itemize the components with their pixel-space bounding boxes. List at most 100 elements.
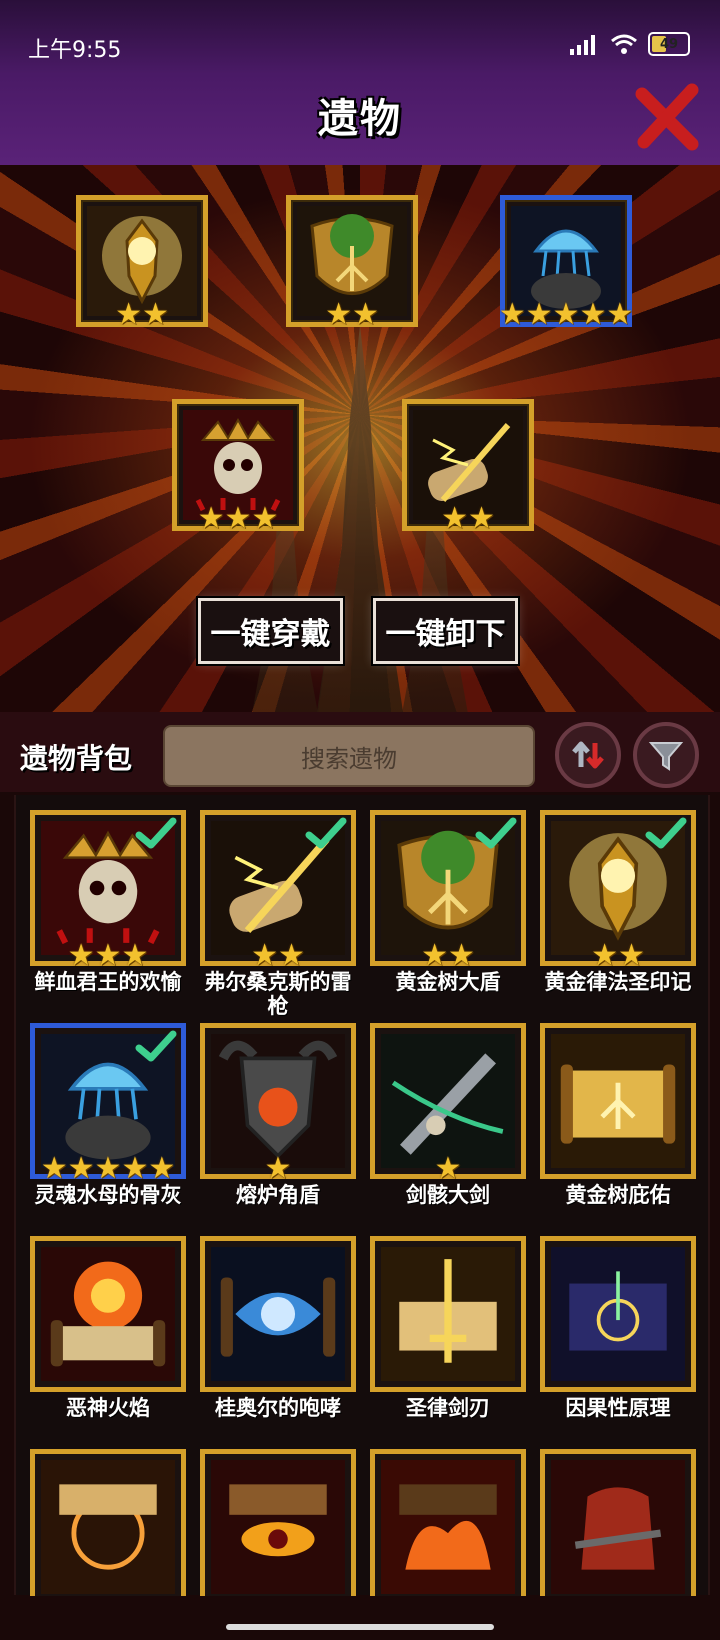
star-icon: ★ <box>115 297 142 332</box>
equipped-check-icon <box>135 817 177 849</box>
relic-frame <box>540 1023 696 1179</box>
star-icon: ★ <box>264 1151 292 1186</box>
flame-scroll-icon <box>381 1460 515 1594</box>
sword-scroll-icon <box>381 1247 515 1381</box>
relic-frame: ★ ★ <box>370 810 526 971</box>
relic-frame <box>200 1236 356 1392</box>
relic-frame <box>30 1236 186 1392</box>
page-title: 遗物 <box>318 96 402 142</box>
star-icon: ★ <box>40 1151 68 1186</box>
close-icon[interactable] <box>632 82 702 152</box>
equipped-check-icon <box>305 817 347 849</box>
unequip-all-button[interactable]: 一键卸下 <box>373 598 518 664</box>
star-icon: ★ <box>552 297 580 332</box>
cosmic-scroll-icon <box>551 1247 685 1381</box>
relic-name: 剑骸大剑 <box>406 1183 490 1207</box>
relic-frame: ★ ★ ★ <box>30 810 186 971</box>
star-icon: ★ <box>251 501 279 536</box>
relic-frame <box>540 1236 696 1392</box>
star-rating: ★ ★ ★ <box>177 504 299 534</box>
star-rating: ★ ★ ★ ★ ★ <box>35 1154 181 1184</box>
equipped-slot[interactable]: ★ ★ <box>286 195 418 330</box>
star-icon: ★ <box>352 297 379 332</box>
relic-frame: ★ ★ ★ ★ ★ <box>30 1023 186 1184</box>
filter-icon <box>648 742 684 771</box>
star-icon: ★ <box>121 1151 149 1186</box>
relic-name: 鲜血君王的欢愉 <box>34 970 182 994</box>
bag-title: 遗物背包 <box>20 742 133 775</box>
golden-tree-scroll-icon <box>551 1034 685 1168</box>
star-icon: ★ <box>121 938 149 973</box>
fire-scroll-icon <box>41 1247 175 1381</box>
relic-name: 弗尔桑克斯的雷枪 <box>204 970 352 1018</box>
relic-name: 圣律剑刃 <box>406 1396 490 1420</box>
battery-icon: 49 <box>648 32 690 56</box>
star-icon: ★ <box>434 1151 462 1186</box>
search-input[interactable]: 搜索遗物 <box>163 725 535 787</box>
relic-frame: ★ ★ <box>540 810 696 971</box>
sort-button[interactable] <box>555 722 621 788</box>
equip-all-button[interactable]: 一键穿戴 <box>198 598 343 664</box>
star-rating: ★ ★ <box>205 941 351 971</box>
relic-frame <box>370 1236 526 1392</box>
star-icon: ★ <box>579 297 607 332</box>
relic-frame <box>200 1449 356 1605</box>
rune-scroll-icon <box>41 1460 175 1594</box>
eye-scroll-icon <box>211 1460 345 1594</box>
star-icon: ★ <box>67 938 95 973</box>
star-rating: ★ ★ <box>545 941 691 971</box>
star-icon: ★ <box>441 501 468 536</box>
status-time: 上午9:55 <box>28 38 122 63</box>
star-icon: ★ <box>606 297 634 332</box>
star-rating: ★ <box>205 1154 351 1184</box>
star-icon: ★ <box>498 297 526 332</box>
spire-decoration <box>315 325 405 725</box>
relic-name: 桂奥尔的咆哮 <box>215 1396 341 1420</box>
star-icon: ★ <box>197 501 225 536</box>
star-icon: ★ <box>142 297 169 332</box>
relic-frame <box>540 1449 696 1605</box>
relic-name: 熔炉角盾 <box>236 1183 320 1207</box>
star-rating: ★ ★ ★ ★ ★ <box>499 297 634 332</box>
relic-frame: ★ <box>200 1023 356 1184</box>
equipped-slot[interactable]: ★ ★ <box>402 399 534 534</box>
relic-name: 灵魂水母的骨灰 <box>34 1183 182 1207</box>
equipped-check-icon <box>645 817 687 849</box>
battery-level: 49 <box>659 36 679 52</box>
star-icon: ★ <box>591 938 618 973</box>
star-rating: ★ ★ <box>375 941 521 971</box>
equipped-slot[interactable]: ★ ★ ★ ★ ★ <box>499 195 634 332</box>
star-rating: ★ ★ ★ <box>35 941 181 971</box>
star-icon: ★ <box>278 938 305 973</box>
star-icon: ★ <box>224 501 252 536</box>
skull-greatsword-icon <box>381 1034 515 1168</box>
relic-grid: ★ ★ ★ 鲜血君王的欢愉 ★ ★ 弗尔桑克斯的雷枪 ★ ★ 黄金树大盾 ★ ★ 黄金律法圣印记 ★ ★ ★ ★… <box>14 795 710 1605</box>
equipped-slot[interactable]: ★ ★ ★ <box>172 399 304 534</box>
relic-name: 黄金树大盾 <box>395 970 501 994</box>
bottom-strip <box>0 1596 720 1640</box>
sort-icon <box>572 741 604 769</box>
top-bar: 上午9:55 49 遗物 <box>0 0 720 168</box>
chained-sack-icon <box>551 1460 685 1594</box>
relic-frame <box>30 1449 186 1605</box>
relic-frame: ★ <box>370 1023 526 1184</box>
equipped-slot[interactable]: ★ ★ <box>76 195 208 332</box>
star-icon: ★ <box>525 297 553 332</box>
relic-name: 因果性原理 <box>565 1396 671 1420</box>
status-icons: 49 <box>570 32 690 56</box>
star-icon: ★ <box>325 297 352 332</box>
furnace-horn-shield-icon <box>211 1034 345 1168</box>
star-rating: ★ ★ <box>407 504 529 534</box>
relic-name: 黄金树庇佑 <box>565 1183 671 1207</box>
filter-button[interactable] <box>633 722 699 788</box>
signal-icon <box>570 33 600 55</box>
wifi-icon <box>611 34 637 54</box>
relic-frame <box>370 1449 526 1605</box>
star-rating: ★ ★ <box>291 300 413 330</box>
star-icon: ★ <box>251 938 278 973</box>
home-indicator[interactable] <box>226 1624 494 1630</box>
star-icon: ★ <box>67 1151 95 1186</box>
equipped-check-icon <box>135 1030 177 1062</box>
star-rating: ★ <box>375 1154 521 1184</box>
star-icon: ★ <box>94 1151 122 1186</box>
